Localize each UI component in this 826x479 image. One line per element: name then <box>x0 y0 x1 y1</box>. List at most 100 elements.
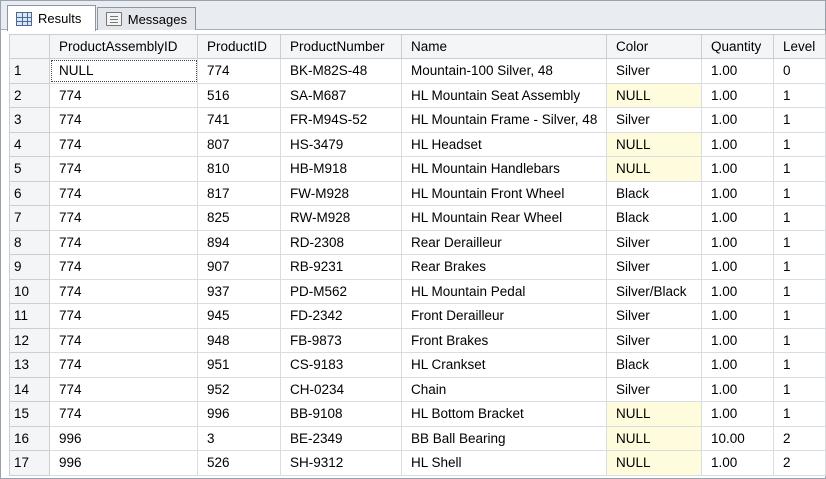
grid-cell[interactable]: Rear Brakes <box>401 254 607 280</box>
grid-cell[interactable]: 1 <box>773 205 826 231</box>
grid-cell[interactable]: FR-M94S-52 <box>280 107 402 133</box>
row-number[interactable]: 6 <box>9 180 50 206</box>
row-number[interactable]: 14 <box>9 376 50 402</box>
grid-cell[interactable]: 1.00 <box>701 205 774 231</box>
grid-cell[interactable]: Silver <box>606 303 702 329</box>
grid-cell[interactable]: BK-M82S-48 <box>280 58 402 84</box>
grid-cell[interactable]: HL Headset <box>401 131 607 157</box>
grid-cell[interactable]: Mountain-100 Silver, 48 <box>401 58 607 84</box>
grid-cell[interactable]: 2 <box>773 450 826 476</box>
grid-cell[interactable]: 1 <box>773 254 826 280</box>
table-row[interactable]: 14 774 952 CH-0234 Chain Silver 1.00 1 <box>9 376 826 402</box>
table-row[interactable]: 12 774 948 FB-9873 Front Brakes Silver 1.00 1 <box>9 327 826 353</box>
row-number[interactable]: 10 <box>9 278 50 304</box>
row-number[interactable]: 12 <box>9 327 50 353</box>
grid-cell[interactable]: Black <box>606 180 702 206</box>
grid-cell[interactable]: HL Mountain Rear Wheel <box>401 205 607 231</box>
row-number[interactable]: 5 <box>9 156 50 182</box>
grid-cell[interactable]: 948 <box>197 327 281 353</box>
table-row[interactable]: 5 774 810 HB-M918 HL Mountain Handlebars NULL… <box>9 156 826 182</box>
grid-cell[interactable]: 774 <box>49 82 198 108</box>
row-number[interactable]: 17 <box>9 450 50 476</box>
grid-cell[interactable]: 1.00 <box>701 131 774 157</box>
grid-cell[interactable]: 1.00 <box>701 180 774 206</box>
grid-cell[interactable]: 741 <box>197 107 281 133</box>
grid-cell[interactable]: Black <box>606 205 702 231</box>
grid-cell[interactable]: Front Brakes <box>401 327 607 353</box>
grid-cell[interactable]: Front Derailleur <box>401 303 607 329</box>
grid-cell[interactable]: 945 <box>197 303 281 329</box>
grid-cell[interactable]: 774 <box>49 254 198 280</box>
grid-cell[interactable]: 774 <box>49 156 198 182</box>
table-row[interactable]: 4 774 807 HS-3479 HL Headset NULL 1.00 1 <box>9 131 826 157</box>
grid-cell[interactable]: Silver <box>606 254 702 280</box>
grid-cell[interactable]: 3 <box>197 425 281 451</box>
table-row[interactable]: 6 774 817 FW-M928 HL Mountain Front Wheel Bla… <box>9 180 826 206</box>
grid-cell[interactable]: HB-M918 <box>280 156 402 182</box>
grid-cell[interactable]: 774 <box>49 376 198 402</box>
grid-cell[interactable]: 516 <box>197 82 281 108</box>
table-row[interactable]: 17 996 526 SH-9312 HL Shell NULL 1.00 2 <box>9 450 826 476</box>
grid-cell[interactable]: BB Ball Bearing <box>401 425 607 451</box>
grid-cell[interactable]: 526 <box>197 450 281 476</box>
grid-cell[interactable]: NULL <box>606 131 702 157</box>
grid-cell[interactable]: Silver <box>606 229 702 255</box>
grid-cell[interactable]: 996 <box>197 401 281 427</box>
grid-cell[interactable]: 807 <box>197 131 281 157</box>
grid-cell[interactable]: 894 <box>197 229 281 255</box>
row-number[interactable]: 15 <box>9 401 50 427</box>
table-row[interactable]: 15 774 996 BB-9108 HL Bottom Bracket NULL 1.00… <box>9 401 826 427</box>
grid-cell[interactable]: 774 <box>49 303 198 329</box>
grid-cell[interactable]: NULL <box>606 450 702 476</box>
grid-cell[interactable]: 1.00 <box>701 229 774 255</box>
grid-cell[interactable]: 1 <box>773 352 826 378</box>
grid-cell[interactable]: HL Mountain Frame - Silver, 48 <box>401 107 607 133</box>
grid-cell[interactable]: HL Mountain Front Wheel <box>401 180 607 206</box>
grid-cell[interactable]: 774 <box>49 180 198 206</box>
grid-cell[interactable]: 1 <box>773 82 826 108</box>
column-header[interactable]: Name <box>401 34 607 59</box>
grid-cell[interactable]: 1 <box>773 278 826 304</box>
grid-cell[interactable]: BE-2349 <box>280 425 402 451</box>
grid-cell[interactable]: 1.00 <box>701 254 774 280</box>
row-number[interactable]: 3 <box>9 107 50 133</box>
grid-cell[interactable]: HL Mountain Handlebars <box>401 156 607 182</box>
grid-cell[interactable]: 825 <box>197 205 281 231</box>
grid-cell[interactable]: 774 <box>49 401 198 427</box>
row-number[interactable]: 11 <box>9 303 50 329</box>
grid-cell[interactable]: 1.00 <box>701 303 774 329</box>
grid-cell[interactable]: HL Shell <box>401 450 607 476</box>
grid-cell[interactable]: Rear Derailleur <box>401 229 607 255</box>
grid-cell[interactable]: HL Crankset <box>401 352 607 378</box>
grid-cell[interactable]: FW-M928 <box>280 180 402 206</box>
grid-cell[interactable]: 774 <box>49 229 198 255</box>
grid-cell[interactable]: 951 <box>197 352 281 378</box>
column-header[interactable]: ProductID <box>197 34 281 59</box>
table-row[interactable]: 7 774 825 RW-M928 HL Mountain Rear Wheel Blac… <box>9 205 826 231</box>
grid-cell[interactable]: Black <box>606 352 702 378</box>
grid-cell[interactable]: 1 <box>773 131 826 157</box>
tab-results[interactable]: Results <box>7 5 96 31</box>
grid-cell[interactable]: Chain <box>401 376 607 402</box>
grid-cell[interactable]: FB-9873 <box>280 327 402 353</box>
tab-messages[interactable]: Messages <box>97 7 196 30</box>
grid-cell[interactable]: Silver <box>606 58 702 84</box>
grid-cell[interactable]: HS-3479 <box>280 131 402 157</box>
row-number[interactable]: 8 <box>9 229 50 255</box>
grid-cell[interactable]: 1.00 <box>701 352 774 378</box>
grid-cell[interactable]: RD-2308 <box>280 229 402 255</box>
grid-cell[interactable]: 1.00 <box>701 58 774 84</box>
grid-cell[interactable]: 774 <box>49 205 198 231</box>
table-row[interactable]: 11 774 945 FD-2342 Front Derailleur Silver 1.0… <box>9 303 826 329</box>
row-number[interactable]: 16 <box>9 425 50 451</box>
grid-cell[interactable]: 817 <box>197 180 281 206</box>
grid-cell[interactable]: RB-9231 <box>280 254 402 280</box>
table-row[interactable]: 8 774 894 RD-2308 Rear Derailleur Silver 1.00 1 <box>9 229 826 255</box>
row-number[interactable]: 13 <box>9 352 50 378</box>
grid-cell[interactable]: 1.00 <box>701 82 774 108</box>
column-header[interactable]: ProductNumber <box>280 34 402 59</box>
grid-cell[interactable]: PD-M562 <box>280 278 402 304</box>
grid-cell[interactable]: NULL <box>606 156 702 182</box>
grid-cell[interactable]: NULL <box>49 58 198 84</box>
grid-cell[interactable]: NULL <box>606 401 702 427</box>
